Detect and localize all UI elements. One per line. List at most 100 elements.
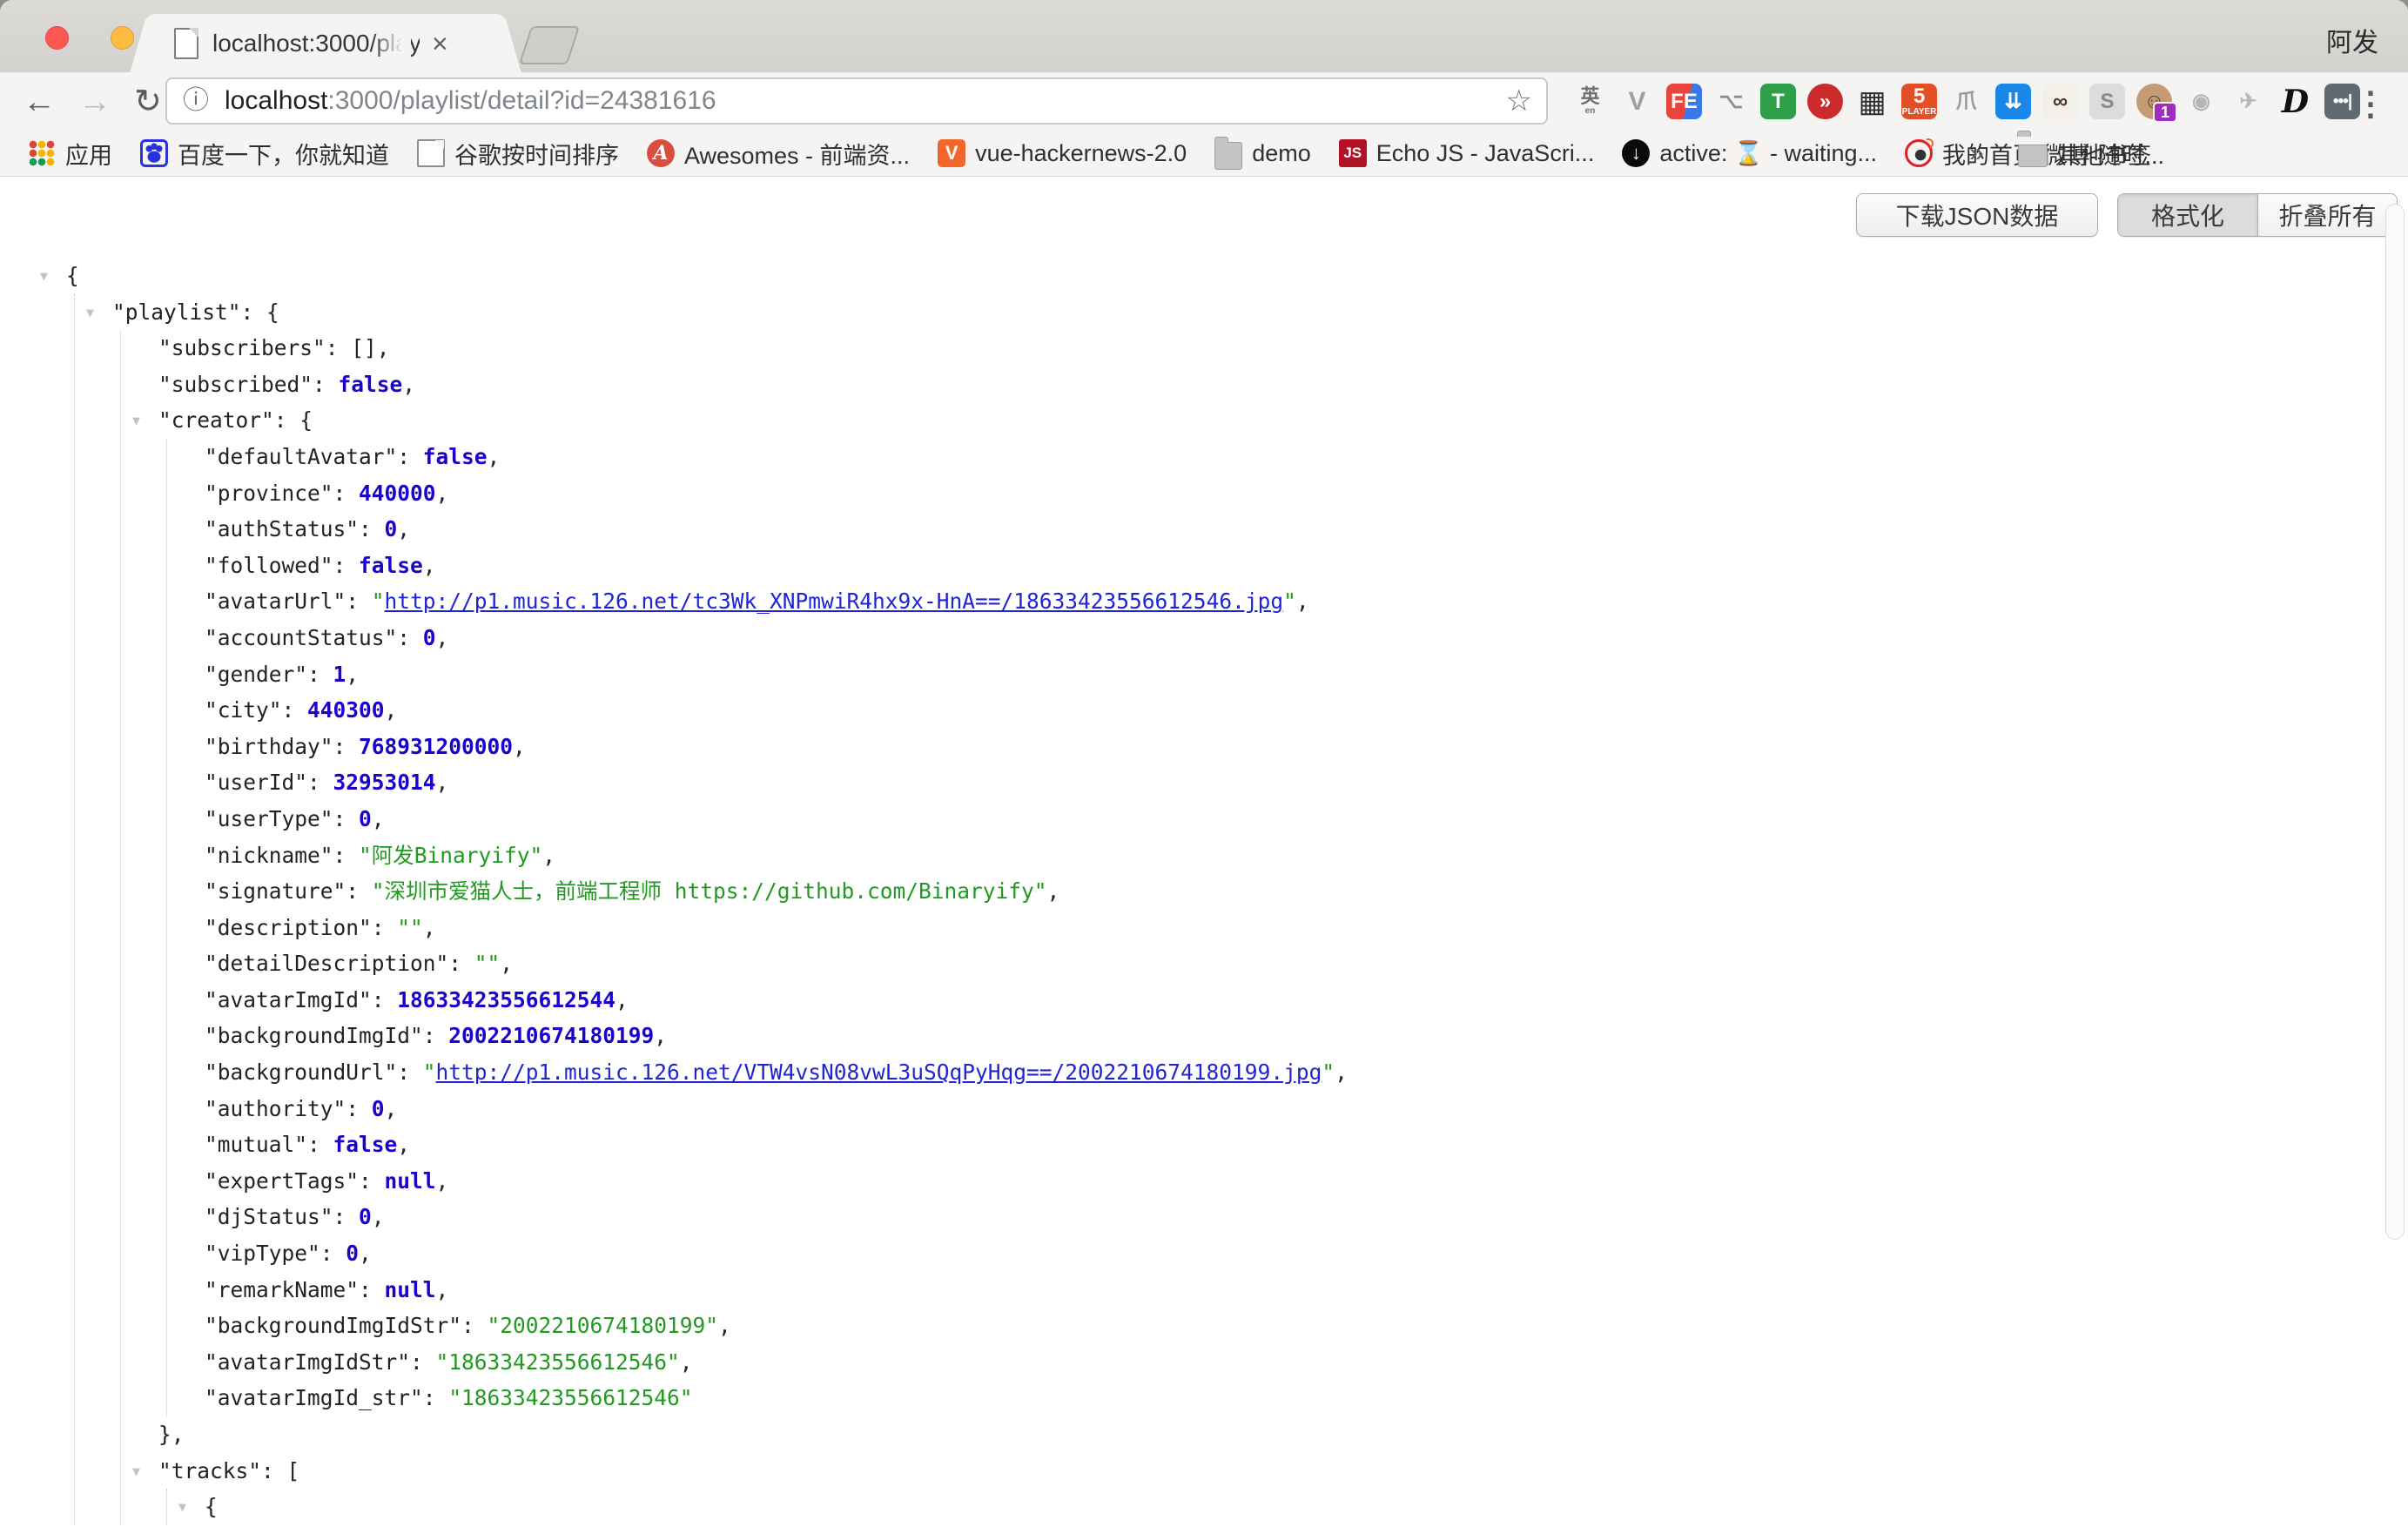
- monkey-icon[interactable]: ☺1: [2136, 84, 2172, 119]
- qr-code-icon[interactable]: ▦: [1854, 84, 1890, 119]
- bookmark-label: 谷歌按时间排序: [454, 137, 619, 171]
- json-key: "followed": [205, 553, 333, 578]
- json-line: ▼"creator": {: [158, 402, 1348, 439]
- extension-sub-label: PLAYER: [1902, 108, 1937, 117]
- json-punct: ,: [680, 1349, 693, 1375]
- fe-icon[interactable]: FE: [1666, 84, 1702, 119]
- json-punct: :: [320, 1241, 346, 1266]
- json-punct: ,: [436, 770, 449, 795]
- bookmark-item[interactable]: demo: [1214, 137, 1311, 170]
- json-punct: [: [287, 1458, 300, 1483]
- html5-player-icon[interactable]: 5PLAYER: [1901, 84, 1937, 119]
- collapse-arrow-icon[interactable]: ▼: [132, 403, 140, 440]
- json-punct: :: [333, 843, 360, 868]
- json-value: 0: [423, 625, 436, 650]
- collapse-arrow-icon[interactable]: ▼: [40, 259, 48, 295]
- json-punct: :: [333, 553, 360, 578]
- d-icon[interactable]: D: [2277, 84, 2313, 119]
- json-key: "birthday": [205, 734, 333, 759]
- collapse-all-button[interactable]: 折叠所有: [2257, 194, 2397, 236]
- json-children: ▼{: [166, 1489, 1348, 1525]
- json-punct: ,: [436, 1277, 449, 1302]
- bookmark-item[interactable]: 百度一下，你就知道: [140, 137, 389, 171]
- json-line: ▼{: [66, 258, 1348, 294]
- json-value: false: [333, 1132, 398, 1157]
- vertical-scrollbar[interactable]: [2385, 204, 2405, 1240]
- url-text[interactable]: localhost:3000/playlist/detail?id=243816…: [225, 86, 716, 116]
- json-punct: :: [461, 1313, 488, 1338]
- collapse-arrow-icon[interactable]: ▼: [86, 295, 94, 332]
- url-bar[interactable]: ⓘ localhost:3000/playlist/detail?id=2438…: [165, 77, 1548, 124]
- json-line: "birthday": 768931200000,: [205, 729, 1348, 765]
- browser-menu-icon[interactable]: ⋮: [2354, 84, 2387, 124]
- bookmark-item[interactable]: 谷歌按时间排序: [417, 137, 619, 171]
- minimize-window-button[interactable]: [111, 26, 134, 50]
- bookmark-item[interactable]: JSEcho JS - JavaScri...: [1339, 139, 1595, 167]
- json-punct: ,: [1296, 589, 1309, 614]
- bookmark-item[interactable]: 应用: [28, 137, 112, 171]
- reload-button[interactable]: ↻: [134, 85, 162, 118]
- extension-glyph: T: [1772, 91, 1785, 112]
- collapse-arrow-icon[interactable]: ▼: [132, 1454, 140, 1490]
- tampermonkey-icon[interactable]: T: [1760, 84, 1796, 119]
- download-json-button[interactable]: 下载JSON数据: [1856, 193, 2098, 237]
- forward-button[interactable]: →: [78, 85, 111, 118]
- bookmarks-overflow-icon[interactable]: »: [1969, 138, 1984, 168]
- json-punct: :: [423, 1023, 449, 1048]
- bookmark-item[interactable]: AAwesomes - 前端资...: [647, 137, 910, 171]
- json-string: "深圳市爱猫人士，前端工程师 https://github.com/Binary…: [372, 878, 1047, 904]
- vue-devtools-icon[interactable]: V: [1619, 84, 1655, 119]
- json-punct: ,: [513, 734, 526, 759]
- json-line: "detailDescription": "",: [205, 945, 1348, 982]
- json-line: "authority": 0,: [205, 1091, 1348, 1127]
- close-window-button[interactable]: [45, 26, 69, 50]
- collapse-arrow-icon[interactable]: ▼: [178, 1490, 186, 1526]
- json-key: "remarkName": [205, 1277, 359, 1302]
- profile-name[interactable]: 阿发: [2326, 21, 2378, 59]
- json-punct: {: [205, 1494, 218, 1519]
- tab-close-icon[interactable]: ×: [432, 30, 448, 57]
- json-link[interactable]: http://p1.music.126.net/VTW4vsN08vwL3uSQ…: [436, 1059, 1322, 1085]
- new-tab-button[interactable]: [519, 26, 580, 64]
- url-path: :3000/playlist/detail?id=24381616: [327, 86, 716, 115]
- json-string: "": [474, 951, 501, 976]
- browser-tab[interactable]: localhost:3000/playlist/detail? ×: [155, 14, 496, 72]
- bookmark-star-icon[interactable]: ☆: [1506, 86, 1532, 116]
- format-button[interactable]: 格式化: [2118, 194, 2257, 236]
- bookmark-item[interactable]: ↓active: ⌛ - waiting...: [1622, 139, 1877, 167]
- json-value: false: [423, 444, 488, 469]
- json-quote: ": [1322, 1059, 1335, 1085]
- extension-glyph: ✈: [2239, 91, 2257, 112]
- double-chevron-icon[interactable]: ⇊: [1995, 84, 2031, 119]
- json-value: 0: [359, 806, 372, 831]
- json-link[interactable]: http://p1.music.126.net/tc3Wk_XNPmwiR4hx…: [385, 589, 1284, 614]
- translate-icon[interactable]: 英en: [1572, 84, 1608, 119]
- bookmark-item[interactable]: Vvue-hackernews-2.0: [938, 139, 1187, 167]
- back-button[interactable]: ←: [23, 85, 56, 118]
- json-key: "authStatus": [205, 516, 359, 542]
- json-key: "avatarImgId": [205, 987, 372, 1012]
- json-key: "detailDescription": [205, 951, 448, 976]
- bird-icon[interactable]: ✈: [2230, 84, 2266, 119]
- extension-glyph: 5: [1914, 86, 1925, 107]
- paw-icon[interactable]: 爪: [1948, 84, 1984, 119]
- json-punct: :: [307, 1132, 333, 1157]
- json-punct: ,: [436, 625, 449, 650]
- json-punct: ,: [615, 987, 629, 1012]
- json-punct: :: [274, 407, 300, 433]
- json-line: "gender": 1,: [205, 656, 1348, 693]
- json-value: 768931200000: [359, 734, 513, 759]
- mask-icon[interactable]: ∞: [2042, 84, 2078, 119]
- json-key: "vipType": [205, 1241, 320, 1266]
- fast-forward-icon[interactable]: »: [1807, 84, 1843, 119]
- sitemap-icon[interactable]: ⌥: [1713, 84, 1749, 119]
- s-icon[interactable]: S: [2089, 84, 2125, 119]
- other-bookmarks-button[interactable]: 其他书签: [2018, 137, 2151, 171]
- json-key: "backgroundUrl": [205, 1059, 397, 1085]
- info-icon[interactable]: ⓘ: [183, 88, 209, 114]
- json-string: "阿发Binaryify": [359, 843, 542, 868]
- weibo-gray-icon[interactable]: ◉: [2183, 84, 2219, 119]
- json-punct: ,: [377, 335, 390, 360]
- json-children: "defaultAvatar": false,"province": 44000…: [166, 439, 1348, 1416]
- json-punct: {: [299, 407, 313, 433]
